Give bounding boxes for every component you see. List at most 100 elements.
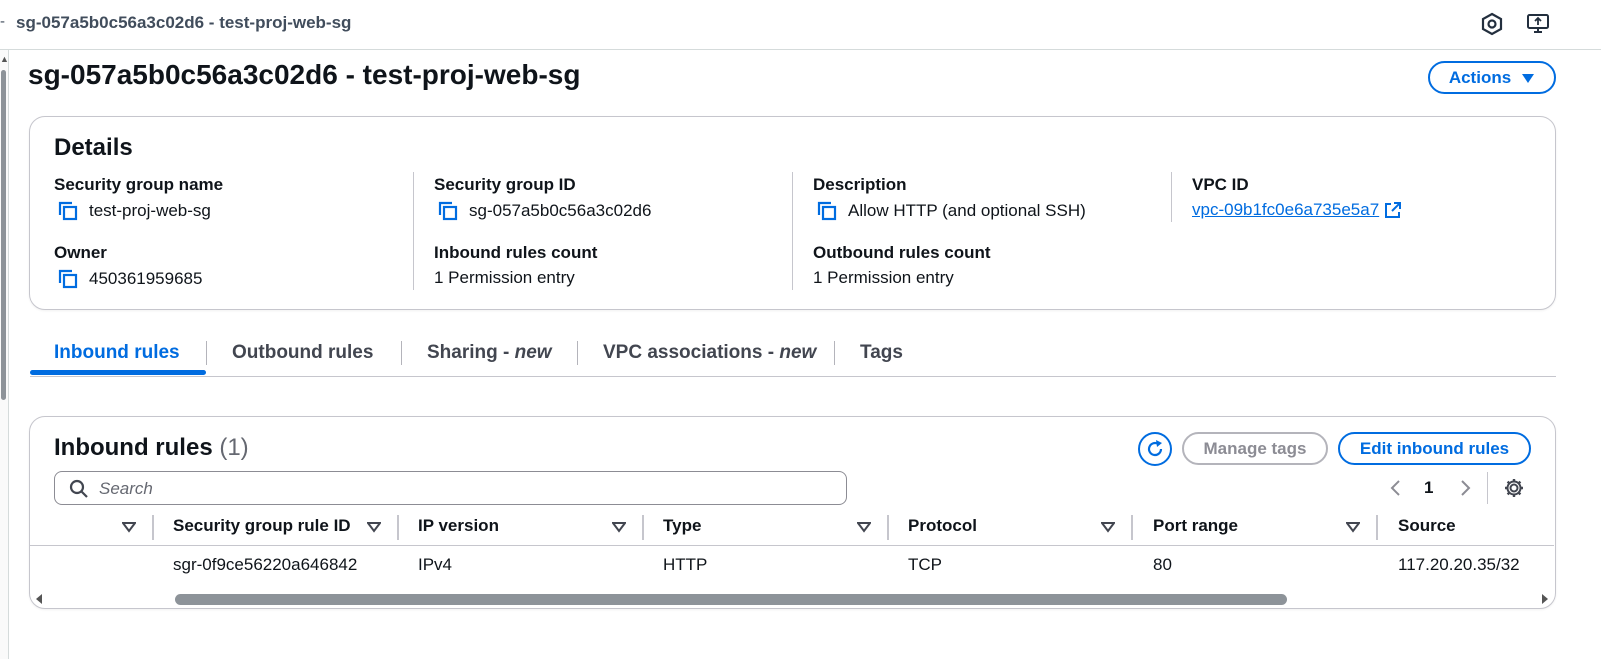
table-cell: HTTP <box>663 555 708 574</box>
copy-icon[interactable] <box>816 200 838 222</box>
sort-caret-icon[interactable] <box>122 521 136 533</box>
copy-icon[interactable] <box>57 200 79 222</box>
details-heading: Details <box>54 134 133 161</box>
field-description: Description Allow HTTP (and optional SSH… <box>813 175 1086 222</box>
column-resizer[interactable] <box>397 515 399 540</box>
previous-page-icon[interactable] <box>1388 478 1404 498</box>
tab-bar: Inbound rules Outbound rules Sharing - n… <box>30 334 1556 377</box>
field-label: Owner <box>54 243 107 262</box>
tab-inbound-rules[interactable]: Inbound rules <box>54 342 180 364</box>
edit-inbound-rules-label: Edit inbound rules <box>1359 438 1510 458</box>
sort-caret-icon[interactable] <box>367 521 381 533</box>
tab-vpc-associations[interactable]: VPC associations - new <box>603 342 816 364</box>
field-owner: Owner 450361959685 <box>54 243 202 290</box>
table-cell: sgr-0f9ce56220a646842 <box>173 555 358 574</box>
sort-caret-icon[interactable] <box>1346 521 1360 533</box>
tab-label: Tags <box>860 342 903 363</box>
field-inbound-rules-count: Inbound rules count 1 Permission entry <box>434 243 597 288</box>
settings-gear-icon[interactable] <box>1503 477 1525 499</box>
table-header-divider <box>30 545 1554 546</box>
scroll-left-arrow-icon[interactable] <box>35 593 43 605</box>
column-header-rule-id[interactable]: Security group rule ID <box>173 516 351 536</box>
field-outbound-rules-count: Outbound rules count 1 Permission entry <box>813 243 991 288</box>
sort-caret-icon[interactable] <box>612 521 626 533</box>
table-cell: 80 <box>1153 555 1172 574</box>
field-label: Inbound rules count <box>434 243 598 262</box>
next-page-icon[interactable] <box>1457 478 1473 498</box>
new-badge: new <box>779 342 817 363</box>
new-badge: new <box>514 342 552 363</box>
left-scrollbar[interactable]: ▲ <box>0 50 9 659</box>
table-cell: 117.20.20.35/32 <box>1398 555 1520 574</box>
tab-outbound-rules[interactable]: Outbound rules <box>232 342 373 364</box>
tab-divider <box>834 341 835 365</box>
inbound-rules-heading: Inbound rules (1) <box>54 434 249 462</box>
external-link-icon[interactable] <box>1384 201 1402 219</box>
caret-down-icon <box>1522 73 1535 83</box>
active-tab-indicator <box>30 370 206 375</box>
actions-button[interactable]: Actions <box>1428 61 1556 94</box>
tab-label: VPC associations - <box>603 342 780 363</box>
column-header-source[interactable]: Source <box>1398 516 1456 536</box>
column-divider <box>792 172 793 290</box>
column-resizer[interactable] <box>1131 515 1133 540</box>
table-cell: TCP <box>908 555 942 574</box>
scroll-right-arrow-icon[interactable] <box>1541 593 1549 605</box>
copy-icon[interactable] <box>57 268 79 290</box>
search-icon <box>69 479 88 498</box>
field-label: VPC ID <box>1192 175 1249 194</box>
security-group-name-value: test-proj-web-sg <box>89 201 211 220</box>
window-title: sg-057a5b0c56a3c02d6 - test-proj-web-sg <box>16 13 352 32</box>
screen-share-icon[interactable] <box>1526 12 1550 36</box>
sort-caret-icon[interactable] <box>1101 521 1115 533</box>
column-header-port-range[interactable]: Port range <box>1153 516 1238 536</box>
edit-inbound-rules-button[interactable]: Edit inbound rules <box>1338 432 1531 465</box>
column-resizer[interactable] <box>1376 515 1378 540</box>
column-header-ip-version[interactable]: IP version <box>418 516 499 536</box>
field-vpc-id: VPC ID vpc-09b1fc0e6a735e5a7 <box>1192 175 1402 220</box>
column-resizer[interactable] <box>887 515 889 540</box>
manage-tags-button[interactable]: Manage tags <box>1182 432 1328 465</box>
refresh-icon <box>1147 440 1163 457</box>
page-number[interactable]: 1 <box>1424 478 1433 498</box>
outbound-rules-count-value: 1 Permission entry <box>813 268 954 287</box>
sort-caret-icon[interactable] <box>857 521 871 533</box>
copy-icon[interactable] <box>437 200 459 222</box>
column-header-protocol[interactable]: Protocol <box>908 516 977 536</box>
page-title: sg-057a5b0c56a3c02d6 - test-proj-web-sg <box>28 59 581 90</box>
refresh-button[interactable] <box>1138 432 1172 466</box>
horizontal-scrollbar-thumb[interactable] <box>175 594 1287 605</box>
description-value: Allow HTTP (and optional SSH) <box>848 201 1086 220</box>
column-divider <box>1171 172 1172 222</box>
tab-divider <box>401 341 402 365</box>
security-group-id-value: sg-057a5b0c56a3c02d6 <box>469 201 652 220</box>
inbound-rules-title: Inbound rules <box>54 434 213 461</box>
inbound-rules-count-value: 1 Permission entry <box>434 268 575 287</box>
hexagon-settings-icon[interactable] <box>1480 12 1504 36</box>
search-input[interactable] <box>99 478 799 500</box>
actions-label: Actions <box>1448 67 1512 87</box>
tab-label: Sharing - <box>427 342 515 363</box>
field-security-group-id: Security group ID sg-057a5b0c56a3c02d6 <box>434 175 651 222</box>
field-label: Outbound rules count <box>813 243 991 262</box>
left-scrollbar-thumb[interactable] <box>1 70 6 400</box>
tab-sharing[interactable]: Sharing - new <box>427 342 552 364</box>
column-divider <box>413 172 414 290</box>
collapse-marker: - <box>0 13 5 30</box>
field-label: Security group ID <box>434 175 576 194</box>
scroll-up-arrow-icon[interactable]: ▲ <box>0 54 9 64</box>
owner-value: 450361959685 <box>89 269 203 288</box>
column-resizer[interactable] <box>642 515 644 540</box>
tab-divider <box>577 341 578 365</box>
pagination-divider <box>1487 472 1488 504</box>
field-security-group-name: Security group name test-proj-web-sg <box>54 175 223 222</box>
vpc-id-link[interactable]: vpc-09b1fc0e6a735e5a7 <box>1192 200 1379 220</box>
column-resizer[interactable] <box>152 515 154 540</box>
top-bar: - sg-057a5b0c56a3c02d6 - test-proj-web-s… <box>0 0 1601 50</box>
tab-label: Outbound rules <box>232 342 374 363</box>
field-label: Security group name <box>54 175 224 194</box>
tab-tags[interactable]: Tags <box>860 342 903 364</box>
tab-divider <box>206 341 207 365</box>
search-field[interactable] <box>54 471 847 505</box>
column-header-type[interactable]: Type <box>663 516 701 536</box>
